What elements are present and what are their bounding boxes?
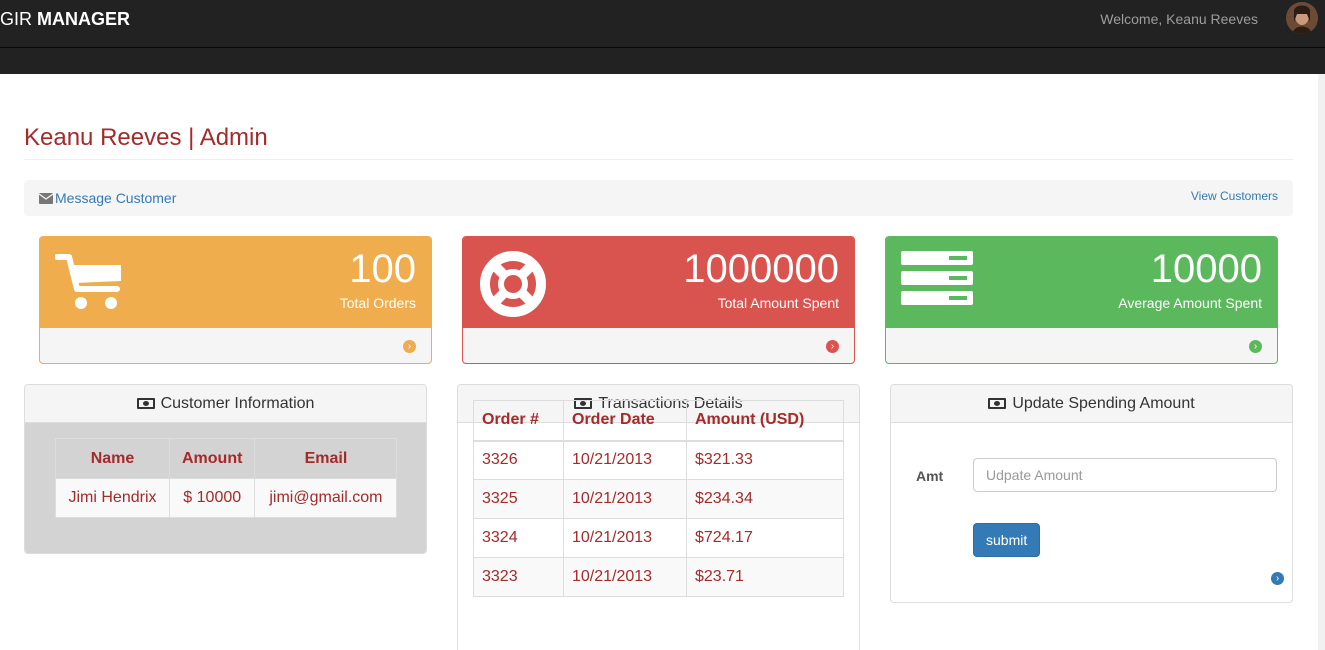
main-content: Keanu Reeves | Admin Message Customer Vi…: [0, 74, 1318, 650]
table-row: 3323 10/21/2013 $23.71: [473, 557, 844, 597]
table-row: 3324 10/21/2013 $724.17: [473, 518, 844, 558]
stat-value: 100: [349, 247, 416, 291]
arrow-circle-right-icon[interactable]: ›: [1271, 572, 1284, 585]
table-row: 3325 10/21/2013 $234.34: [473, 479, 844, 519]
top-navbar: GIR MANAGER Welcome, Keanu Reeves: [0, 0, 1325, 48]
transactions-table: Order # Order Date Amount (USD) 3326 10/…: [473, 400, 844, 597]
column-header: Amount: [168, 438, 256, 479]
column-header: Amount (USD): [686, 400, 844, 442]
table-header-row: Name Amount Email: [55, 438, 398, 479]
table-cell: 10/21/2013: [563, 557, 687, 597]
page-title: Keanu Reeves | Admin: [24, 124, 268, 151]
stat-label: Total Amount Spent: [717, 295, 839, 311]
update-spending-panel: Update Spending Amount Amt submit ›: [890, 384, 1293, 603]
stat-label: Average Amount Spent: [1118, 295, 1262, 311]
table-cell: $23.71: [686, 557, 844, 597]
scrollbar[interactable]: [1318, 74, 1325, 650]
table-cell: 3324: [473, 518, 564, 558]
table-cell: 10/21/2013: [563, 479, 687, 519]
table-cell: 10/21/2013: [563, 440, 687, 480]
amount-input[interactable]: [973, 458, 1277, 492]
table-cell: Jimi Hendrix: [55, 478, 170, 518]
message-customer-label: Message Customer: [55, 190, 177, 206]
stat-value: 10000: [1150, 247, 1262, 291]
money-icon: [988, 398, 1007, 409]
table-cell: $ 10000: [168, 478, 256, 518]
table-cell: 10/21/2013: [563, 518, 687, 558]
table-row: Jimi Hendrix $ 10000 jimi@gmail.com: [55, 478, 398, 518]
panel-body: Name Amount Email Jimi Hendrix $ 10000 j…: [25, 423, 426, 553]
table-cell: 3323: [473, 557, 564, 597]
view-customers-link[interactable]: View Customers: [1191, 189, 1278, 203]
transactions-panel: Transactions Details Order # Order Date …: [457, 384, 860, 650]
table-cell: 3325: [473, 479, 564, 519]
title-divider: [24, 159, 1293, 160]
panel-heading: Customer Information: [25, 385, 426, 423]
server-icon: [901, 251, 973, 305]
amount-label: Amt: [916, 468, 944, 484]
stat-card-header: 1000000 Total Amount Spent: [463, 237, 854, 328]
life-ring-icon: [480, 251, 546, 317]
stat-card-header: 10000 Average Amount Spent: [886, 237, 1277, 328]
table-cell: 3326: [473, 440, 564, 480]
column-header: Order #: [473, 400, 564, 442]
table-header-row: Order # Order Date Amount (USD): [473, 400, 844, 442]
money-icon: [136, 398, 155, 409]
submit-button[interactable]: submit: [973, 523, 1041, 557]
welcome-text: Welcome, Keanu Reeves: [1100, 11, 1258, 27]
panel-title: Update Spending Amount: [1012, 395, 1195, 412]
column-header: Order Date: [563, 400, 687, 442]
customer-table: Name Amount Email Jimi Hendrix $ 10000 j…: [55, 438, 398, 518]
column-header: Email: [254, 438, 398, 479]
arrow-circle-right-icon[interactable]: ›: [1249, 340, 1262, 353]
stat-card-average-amount: 10000 Average Amount Spent ›: [885, 236, 1278, 364]
stat-label: Total Orders: [339, 295, 416, 311]
envelope-icon: [39, 192, 53, 204]
column-header: Name: [55, 438, 170, 479]
message-customer-link[interactable]: Message Customer: [39, 190, 176, 206]
avatar[interactable]: [1286, 2, 1318, 34]
shopping-cart-icon: [55, 254, 121, 309]
table-cell: $321.33: [686, 440, 844, 480]
table-cell: $724.17: [686, 518, 844, 558]
customer-info-panel: Customer Information Name Amount Email J…: [24, 384, 427, 554]
brand-logo[interactable]: GIR MANAGER: [0, 9, 130, 30]
arrow-circle-right-icon[interactable]: ›: [403, 340, 416, 353]
panel-title: Customer Information: [160, 395, 315, 412]
table-cell: $234.34: [686, 479, 844, 519]
stat-value: 1000000: [683, 247, 839, 291]
panel-heading: Update Spending Amount: [891, 385, 1292, 423]
table-row: 3326 10/21/2013 $321.33: [473, 440, 844, 480]
stat-card-total-amount: 1000000 Total Amount Spent ›: [462, 236, 855, 364]
arrow-circle-right-icon[interactable]: ›: [826, 340, 839, 353]
table-cell: jimi@gmail.com: [254, 478, 398, 518]
sub-navbar: [0, 49, 1325, 74]
action-bar: Message Customer View Customers: [24, 180, 1293, 216]
stat-card-total-orders: 100 Total Orders ›: [39, 236, 432, 364]
stat-card-header: 100 Total Orders: [40, 237, 431, 328]
